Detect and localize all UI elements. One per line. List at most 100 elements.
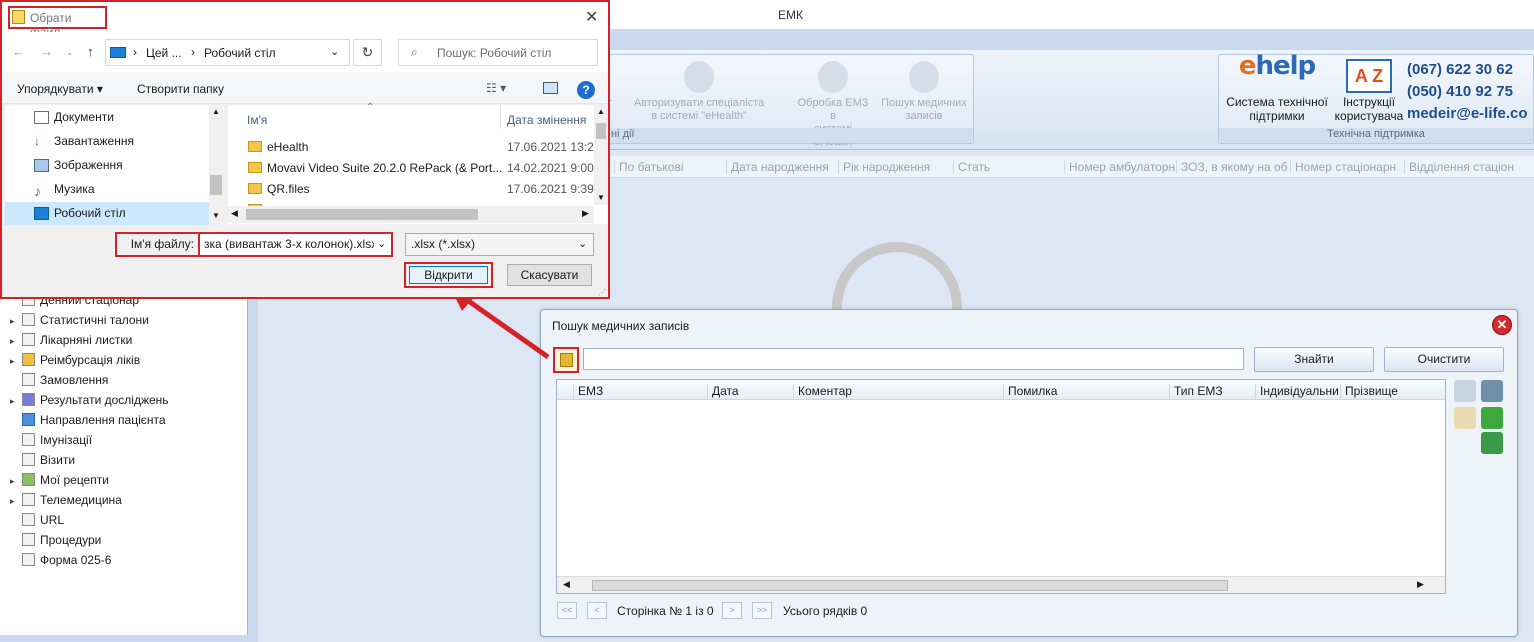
chevron-down-icon[interactable]: ⌄ xyxy=(330,45,339,58)
sidebar-item-form-025-6[interactable]: Форма 025-6 xyxy=(10,553,111,571)
file-header-name[interactable]: Ім'я xyxy=(247,113,267,127)
refresh-records-icon[interactable] xyxy=(1454,380,1476,402)
pager-next-button[interactable]: > xyxy=(722,602,742,619)
sidebar-item-sick-leave[interactable]: ▸ Лікарняні листки xyxy=(10,333,132,351)
expand-arrow-icon[interactable]: ▸ xyxy=(10,356,22,367)
grid-col-outpatient-number[interactable]: Номер амбулаторн xyxy=(1064,160,1176,174)
back-arrow-icon[interactable]: ← xyxy=(12,44,25,59)
sidebar-item-immunizations[interactable]: Імунізації xyxy=(10,433,92,451)
col-date[interactable]: Дата xyxy=(707,384,794,399)
link-icon[interactable] xyxy=(1481,407,1503,429)
export-icon[interactable] xyxy=(1481,432,1503,454)
up-arrow-icon[interactable]: ↑ xyxy=(87,44,94,59)
breadcrumb-this-pc[interactable]: Цей ... xyxy=(146,46,182,60)
file-row[interactable]: eHealth 17.06.2021 13:24 xyxy=(248,137,600,158)
breadcrumb-desktop[interactable]: Робочий стіл xyxy=(204,46,276,60)
col-individual[interactable]: Індивідуальни xyxy=(1255,384,1341,399)
scroll-down-icon[interactable]: ▼ xyxy=(597,193,605,202)
organize-button[interactable]: Упорядкувати ▾ xyxy=(17,82,103,96)
scrollbar-thumb[interactable] xyxy=(596,123,606,139)
scroll-up-icon[interactable]: ▲ xyxy=(212,107,220,116)
col-emz-type[interactable]: Тип ЕМЗ xyxy=(1169,384,1255,399)
sidebar-item-referral[interactable]: Направлення пацієнта xyxy=(10,413,166,431)
col-error[interactable]: Помилка xyxy=(1003,384,1169,399)
file-list-hscrollbar[interactable]: ◀ ▶ xyxy=(228,206,594,223)
tree-item-pictures[interactable]: Зображення xyxy=(5,154,209,177)
grid-col-patronymic[interactable]: По батькові xyxy=(614,160,726,174)
scrollbar-thumb[interactable] xyxy=(246,209,478,220)
scroll-down-icon[interactable]: ▼ xyxy=(212,211,220,220)
scroll-right-icon[interactable]: ▶ xyxy=(582,208,589,219)
pager-prev-button[interactable]: < xyxy=(587,602,607,619)
col-comment[interactable]: Коментар xyxy=(793,384,1003,399)
close-icon[interactable]: ✕ xyxy=(585,7,598,27)
col-surname[interactable]: Прізвище xyxy=(1340,384,1428,399)
scroll-left-icon[interactable]: ◀ xyxy=(231,208,238,219)
chevron-down-icon[interactable]: ⌄ xyxy=(377,237,386,250)
col-emz[interactable]: ЕМЗ xyxy=(573,384,708,399)
expand-arrow-icon[interactable]: ▸ xyxy=(10,316,22,327)
pager-last-button[interactable]: >> xyxy=(752,602,772,619)
search-box[interactable]: ⌕ Пошук: Робочий стіл xyxy=(398,39,598,66)
filename-input[interactable]: зка (вивантаж 3-х колонок).xlsx xyxy=(204,237,374,251)
sidebar-item-procedures[interactable]: Процедури xyxy=(10,533,101,551)
grid-col-birthdate[interactable]: Дата народження xyxy=(726,160,838,174)
grid-col-birth-year[interactable]: Рік народження xyxy=(838,160,953,174)
open-record-icon[interactable] xyxy=(1454,407,1476,429)
expand-arrow-icon[interactable]: ▸ xyxy=(10,476,22,487)
close-icon[interactable]: ✕ xyxy=(1492,315,1512,335)
file-path-input[interactable] xyxy=(583,348,1244,370)
help-icon[interactable]: ? xyxy=(577,81,595,99)
chevron-down-icon[interactable]: ⌄ xyxy=(66,47,74,58)
expand-arrow-icon[interactable]: ▸ xyxy=(10,496,22,507)
sidebar-item-statistic-coupons[interactable]: ▸ Статистичні талони xyxy=(10,313,149,331)
file-row[interactable]: QR.files 17.06.2021 9:39 xyxy=(248,179,594,200)
grid-col-facility[interactable]: ЗОЗ, в якому на об xyxy=(1176,160,1290,174)
records-table-hscrollbar[interactable]: ◀ ▶ xyxy=(557,576,1445,593)
scrollbar-thumb[interactable] xyxy=(592,580,1228,591)
sidebar-item-research-results[interactable]: ▸ Результати досліджень xyxy=(10,393,169,411)
filetype-select[interactable]: .xlsx (*.xlsx) ⌄ xyxy=(405,233,594,256)
preview-pane-icon[interactable] xyxy=(543,82,558,94)
file-row[interactable]: Movavi Video Suite 20.2.0 RePack (& Port… xyxy=(248,158,594,179)
tree-item-music[interactable]: ♪ Музика xyxy=(5,178,209,201)
expand-arrow-icon[interactable]: ▸ xyxy=(10,396,22,407)
sidebar-item-url[interactable]: URL xyxy=(10,513,64,531)
address-bar[interactable]: › Цей ... › Робочий стіл ⌄ xyxy=(105,39,350,66)
file-header-date[interactable]: Дата змінення xyxy=(507,113,586,127)
clear-button[interactable]: Очистити xyxy=(1384,347,1504,372)
file-list-vscrollbar[interactable]: ▲ ▼ xyxy=(594,105,608,205)
find-button[interactable]: Знайти xyxy=(1254,347,1374,372)
sidebar-item-reimbursement[interactable]: ▸ Реімбурсація ліків xyxy=(10,353,140,371)
sidebar-item-orders[interactable]: Замовлення xyxy=(10,373,108,391)
user-manual-button[interactable]: A Z Інструкції користувача xyxy=(1333,59,1405,123)
sidebar-item-telemedicine[interactable]: ▸ Телемедицина xyxy=(10,493,122,511)
ehelp-button[interactable]: ehelp Система технічної підтримки xyxy=(1223,53,1331,123)
pager-first-button[interactable]: << xyxy=(557,602,577,619)
tree-item-downloads[interactable]: ↓ Завантаження xyxy=(5,130,209,153)
refresh-icon[interactable]: ↻ xyxy=(353,39,382,66)
resize-grip-icon[interactable]: ⋰ xyxy=(598,288,606,297)
tree-item-documents[interactable]: Документи xyxy=(5,106,209,129)
scroll-up-icon[interactable]: ▲ xyxy=(597,107,605,116)
authorize-specialist-button[interactable]: Авторизувати спеціаліста в системі "eHea… xyxy=(627,61,771,123)
scrollbar-thumb[interactable] xyxy=(210,175,222,195)
chevron-down-icon[interactable]: ⌄ xyxy=(578,234,587,255)
grid-col-inpatient-number[interactable]: Номер стаціонарн xyxy=(1290,160,1404,174)
cancel-button[interactable]: Скасувати xyxy=(507,264,592,286)
search-records-button[interactable]: Пошук медичних записів xyxy=(875,61,973,123)
sidebar-item-prescriptions[interactable]: ▸ Мої рецепти xyxy=(10,473,109,491)
forward-arrow-icon[interactable]: → xyxy=(40,44,53,59)
expand-arrow-icon[interactable]: ▸ xyxy=(10,336,22,347)
tools-icon[interactable] xyxy=(1481,380,1503,402)
tree-scrollbar[interactable]: ▲ ▼ xyxy=(209,105,223,224)
view-options-icon[interactable]: ☷ ▾ xyxy=(486,81,506,95)
open-button[interactable]: Відкрити xyxy=(409,266,488,284)
scroll-left-icon[interactable]: ◀ xyxy=(563,579,570,590)
grid-col-department[interactable]: Відділення стаціон xyxy=(1404,160,1516,174)
new-folder-button[interactable]: Створити папку xyxy=(137,82,224,96)
grid-col-sex[interactable]: Стать xyxy=(953,160,1065,174)
sidebar-resize-grip[interactable] xyxy=(0,635,248,642)
sidebar-item-visits[interactable]: Візити xyxy=(10,453,75,471)
scroll-right-icon[interactable]: ▶ xyxy=(1417,579,1424,590)
